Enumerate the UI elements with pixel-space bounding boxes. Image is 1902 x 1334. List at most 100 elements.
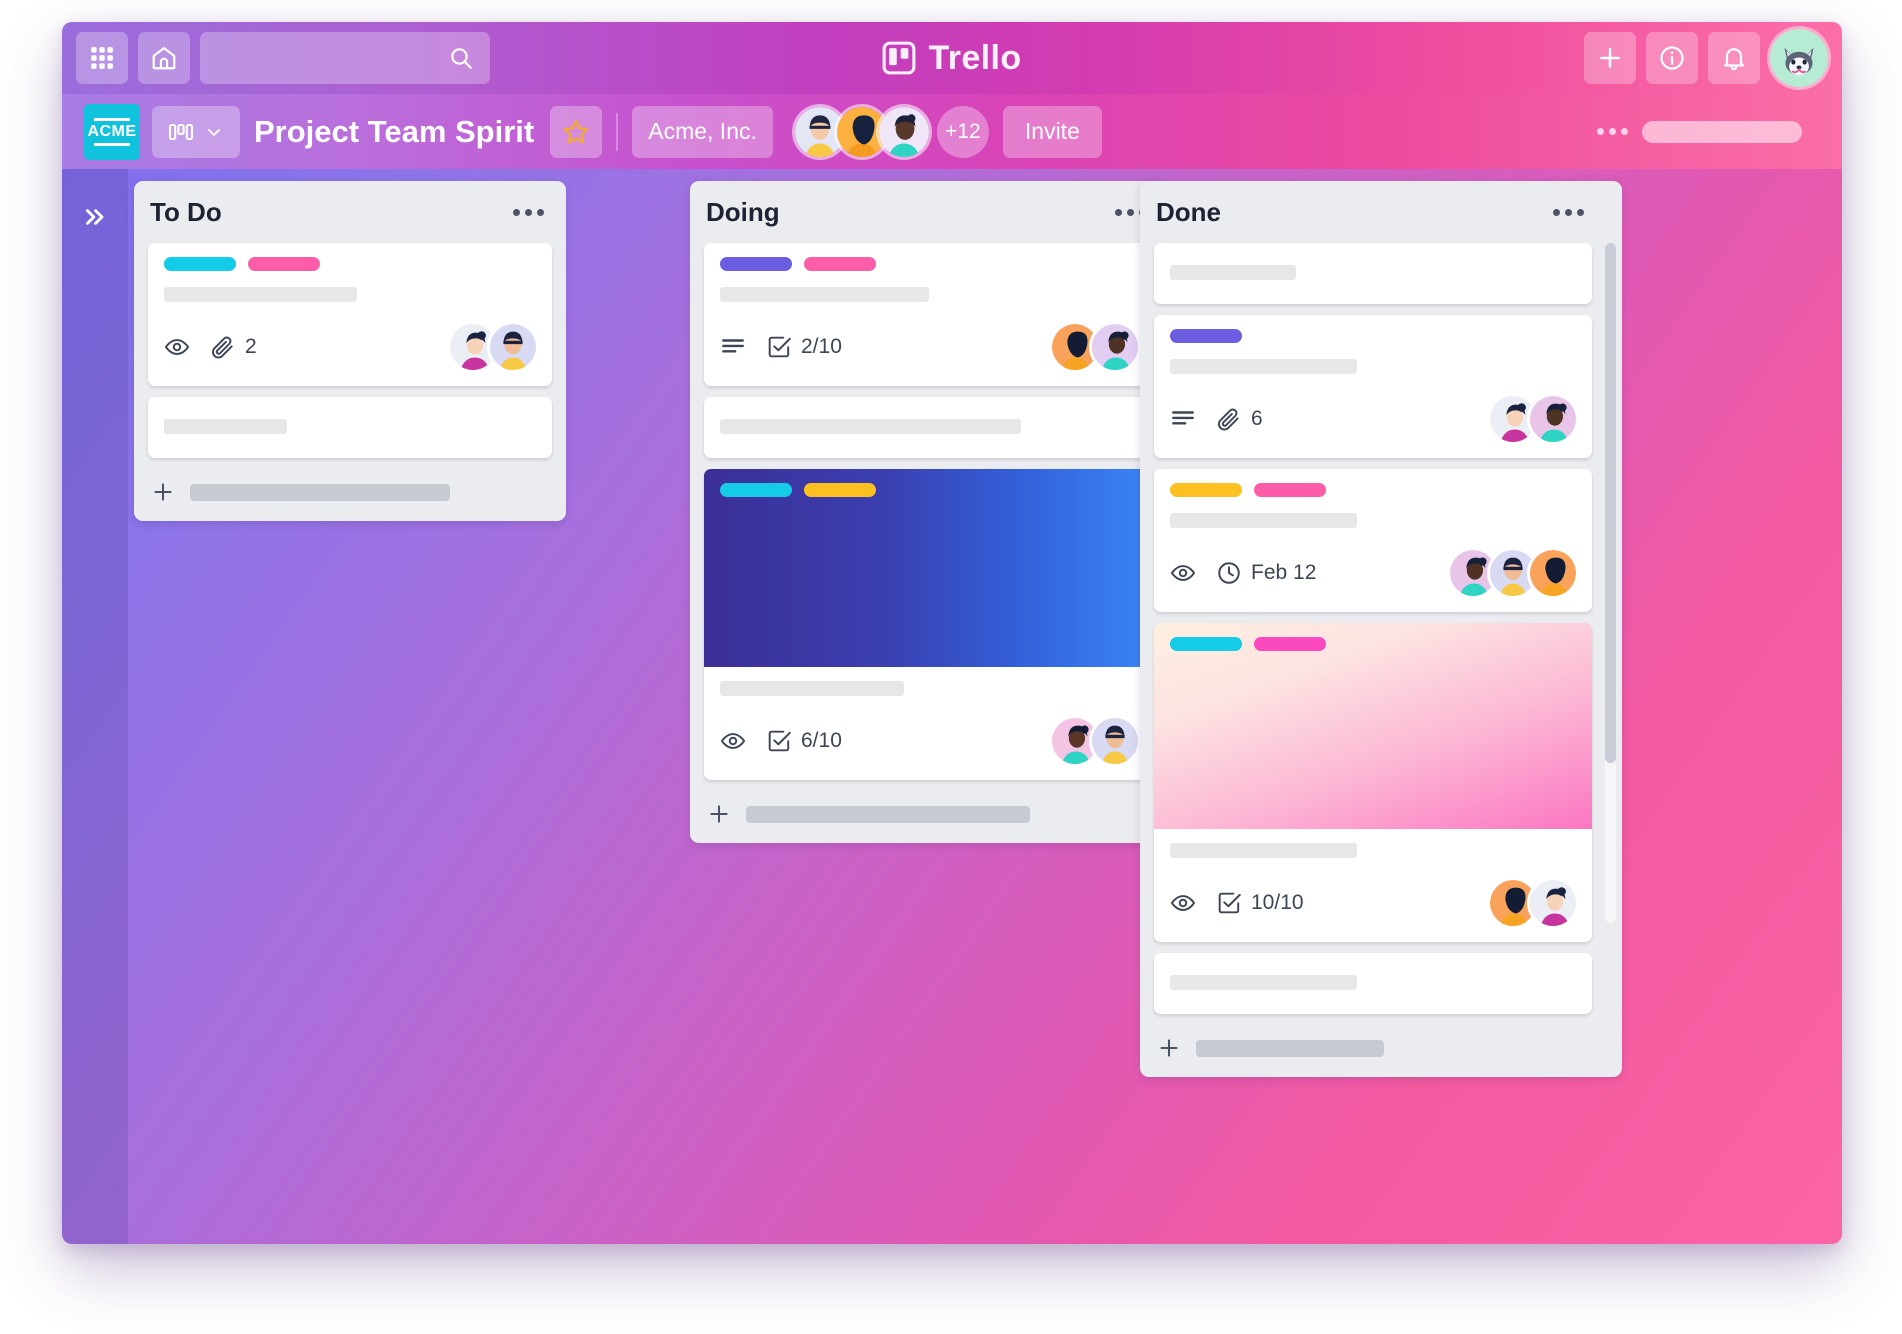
user-avatar-button[interactable] [1770, 29, 1828, 87]
workspace-logo[interactable]: ACME [84, 103, 140, 160]
ellipsis-icon-dot-2 [1565, 208, 1572, 216]
watch-badge[interactable] [720, 728, 746, 754]
label-cyan[interactable] [720, 483, 792, 497]
add-card-placeholder[interactable] [190, 483, 450, 501]
attachment-badge[interactable]: 6 [1216, 406, 1263, 432]
label-cyan[interactable] [1170, 637, 1242, 651]
apps-grid-button[interactable] [76, 32, 128, 84]
team-button[interactable]: Acme, Inc. [632, 105, 773, 158]
card-badges: 6/10 [720, 728, 842, 754]
watch-badge[interactable] [1170, 560, 1196, 586]
card-done-1[interactable] [1154, 243, 1592, 304]
search-icon [448, 45, 474, 71]
card-badges: Feb 12 [1170, 560, 1316, 586]
checklist-badge[interactable]: 2/10 [766, 334, 842, 360]
card-doing-1[interactable]: 2/10 [704, 243, 1154, 386]
notifications-button[interactable] [1708, 32, 1760, 84]
info-button[interactable] [1646, 32, 1698, 84]
card-avatar-b[interactable] [490, 324, 536, 370]
card-body [1154, 953, 1592, 1014]
description-badge [720, 334, 746, 360]
board-switcher-button[interactable] [152, 105, 240, 158]
label-pink[interactable] [804, 257, 876, 271]
add-card-doing[interactable] [704, 791, 1154, 831]
card-doing-2[interactable] [704, 397, 1154, 458]
card-avatar-k[interactable] [1530, 550, 1576, 596]
watch-badge[interactable] [164, 334, 190, 360]
list-todo: To Do 2 [134, 181, 566, 521]
list-menu-button-todo[interactable] [507, 203, 550, 222]
home-button[interactable] [138, 32, 190, 84]
card-avatar-m[interactable] [1530, 880, 1576, 926]
card-members [1490, 880, 1576, 926]
list-header-done: Done [1154, 181, 1592, 243]
label-cyan[interactable] [164, 257, 236, 271]
attachment-count: 2 [245, 335, 257, 358]
list-title-done: Done [1156, 196, 1221, 227]
card-todo-2[interactable] [148, 397, 552, 458]
ellipsis-icon-dot-1 [1597, 128, 1604, 135]
workspace-logo-text: ACME [87, 122, 137, 140]
plus-icon [1156, 1035, 1182, 1061]
add-card-placeholder[interactable] [746, 805, 1030, 823]
info-circle-icon [1658, 44, 1686, 72]
star-board-button[interactable] [550, 105, 603, 158]
member-avatar-3[interactable] [878, 106, 929, 157]
search-box[interactable] [200, 32, 490, 84]
invite-button[interactable]: Invite [1002, 105, 1102, 158]
description-lines-icon [1170, 406, 1196, 432]
due-date-badge[interactable]: Feb 12 [1216, 560, 1316, 586]
board-menu-button[interactable] [1597, 128, 1628, 135]
card-title-placeholder [720, 419, 1021, 434]
checklist-badge[interactable]: 6/10 [766, 728, 842, 754]
card-done-2[interactable]: 6 [1154, 315, 1592, 458]
list-scrollbar-thumb[interactable] [1605, 243, 1616, 763]
add-card-todo[interactable] [148, 469, 552, 509]
star-icon [561, 117, 591, 147]
card-labels [720, 257, 1138, 271]
label-purple[interactable] [720, 257, 792, 271]
label-yellow[interactable] [1170, 483, 1242, 497]
label-pink[interactable] [248, 257, 320, 271]
card-avatar-d[interactable] [1092, 324, 1138, 370]
board-menu-placeholder[interactable] [1642, 120, 1802, 143]
card-members [1450, 550, 1576, 596]
plus-icon [1596, 44, 1624, 72]
card-body: 6/10 [704, 667, 1154, 780]
label-pink[interactable] [1254, 483, 1326, 497]
attachment-badge[interactable]: 2 [210, 334, 257, 360]
list-scrollbar-track[interactable] [1605, 243, 1616, 923]
label-yellow[interactable] [804, 483, 876, 497]
label-purple[interactable] [1170, 329, 1242, 343]
card-body: 10/10 [1154, 829, 1592, 942]
card-avatar-f[interactable] [1092, 718, 1138, 764]
sidebar-expand-button[interactable] [75, 197, 115, 237]
card-todo-1[interactable]: 2 [148, 243, 552, 386]
board-columns-icon [168, 121, 194, 143]
list-menu-button-done[interactable] [1547, 203, 1590, 222]
card-title-placeholder [1170, 975, 1357, 990]
card-done-3[interactable]: Feb 12 [1154, 469, 1592, 612]
board-title: Project Team Spirit [254, 113, 535, 149]
paperclip-icon [1216, 406, 1242, 432]
card-labels [1170, 637, 1326, 651]
pink-gradient-cover [1154, 623, 1592, 829]
card-done-4[interactable]: 10/10 [1154, 623, 1592, 942]
card-body [1154, 243, 1592, 304]
card-done-5[interactable] [1154, 953, 1592, 1014]
card-body: 2 [148, 243, 552, 386]
members-overflow-badge[interactable]: +12 [936, 105, 989, 158]
add-button[interactable] [1584, 32, 1636, 84]
apps-grid-icon [89, 45, 115, 71]
checklist-badge[interactable]: 10/10 [1216, 890, 1304, 916]
add-card-done[interactable] [1154, 1025, 1592, 1065]
add-card-placeholder[interactable] [1196, 1039, 1384, 1057]
top-navigation-bar: Trello [62, 22, 1842, 94]
card-title-placeholder [1170, 513, 1357, 528]
watch-badge[interactable] [1170, 890, 1196, 916]
card-doing-3[interactable]: 6/10 [704, 469, 1154, 780]
label-magenta[interactable] [1254, 637, 1326, 651]
card-body: 2/10 [704, 243, 1154, 386]
card-avatar-h[interactable] [1530, 396, 1576, 442]
attachment-count: 6 [1251, 407, 1263, 430]
